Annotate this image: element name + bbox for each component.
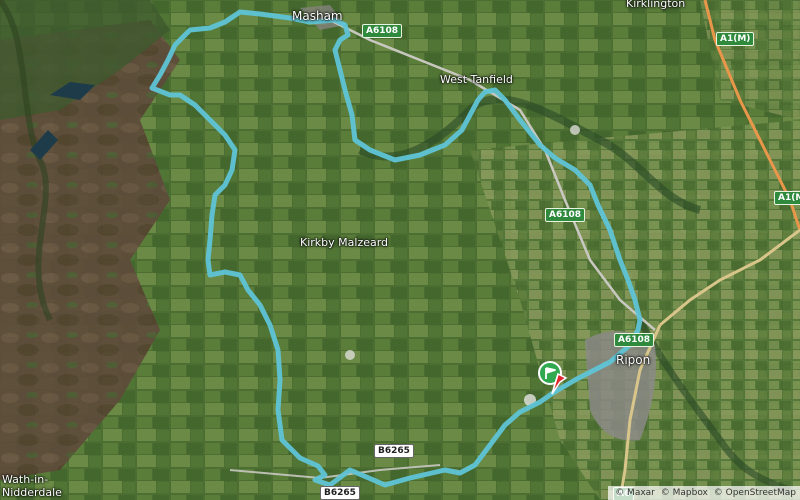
route-line	[149, 9, 643, 488]
road-shield-a1m: A1(M)	[774, 191, 800, 205]
attribution-mapbox[interactable]: © Mapbox	[661, 488, 708, 498]
place-kirklington: Kirklington	[626, 0, 686, 10]
road-shield-a6108: A6108	[545, 208, 586, 222]
road-shield-b6265: B6265	[320, 486, 360, 500]
place-wath-in-nidderdale: Wath-in- Nidderdale	[2, 473, 62, 499]
route-overlay	[149, 9, 643, 488]
place-kirkby-malzeard: Kirkby Malzeard	[300, 236, 389, 249]
road-shield-b6265: B6265	[374, 444, 414, 458]
place-ripon: Ripon	[616, 353, 651, 367]
road-shield-a1m: A1(M)	[716, 32, 755, 46]
road-shield-a6108: A6108	[614, 333, 655, 347]
attribution-osm[interactable]: © OpenStreetMap	[714, 488, 796, 498]
place-masham: Masham	[292, 9, 343, 23]
road-shield-a6108: A6108	[362, 24, 403, 38]
map-view[interactable]: Masham Kirklington West Tanfield Kirkby …	[0, 0, 800, 500]
route-start-finish-marker[interactable]	[536, 360, 570, 400]
map-attribution: © Maxar © Mapbox © OpenStreetMap	[608, 486, 800, 500]
attribution-maxar[interactable]: © Maxar	[615, 488, 655, 498]
place-west-tanfield: West Tanfield	[440, 73, 513, 86]
